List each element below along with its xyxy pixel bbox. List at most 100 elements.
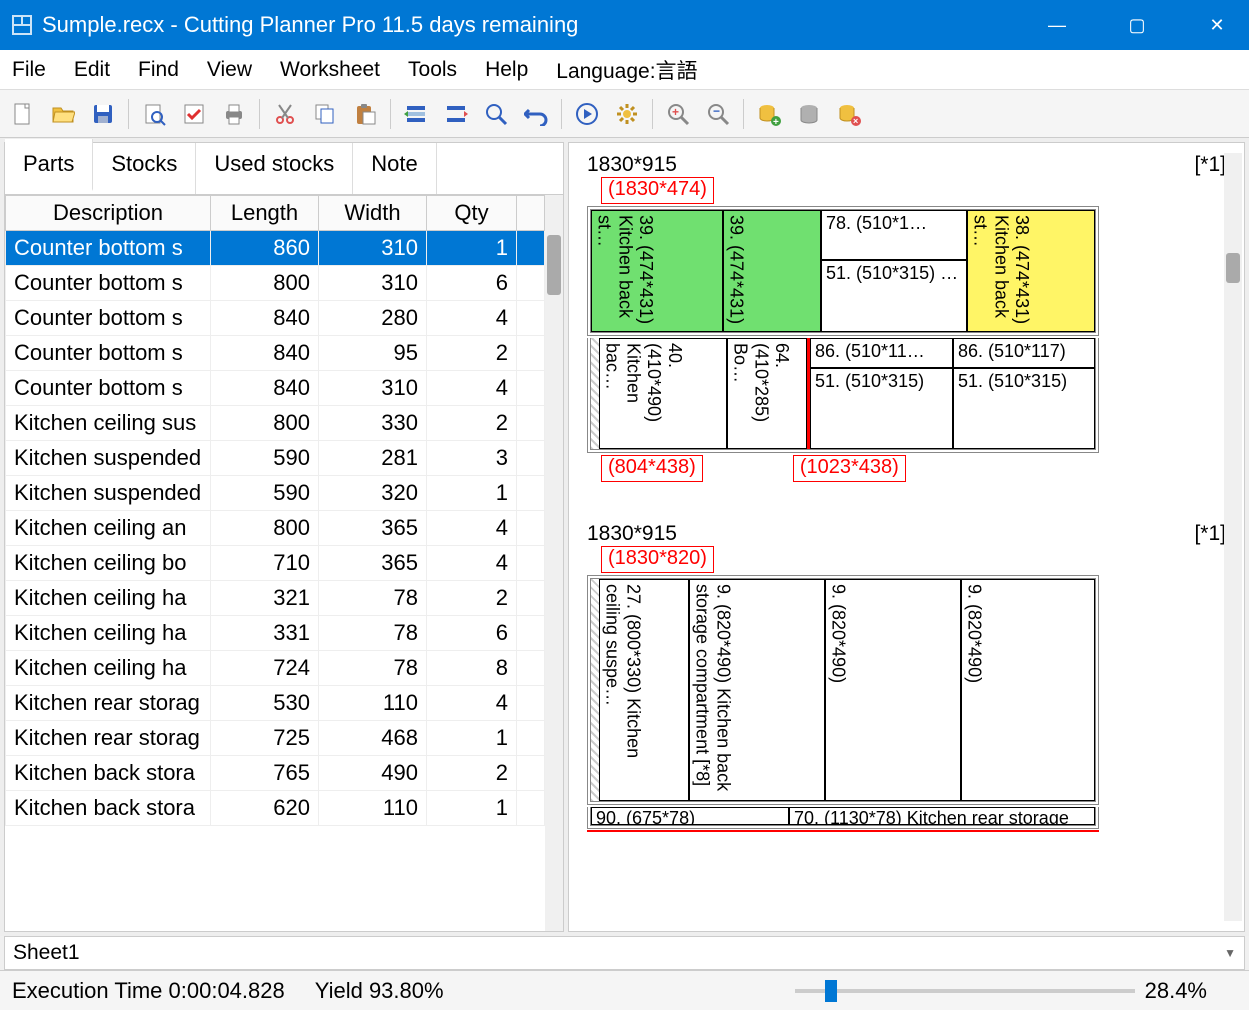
cell-70: 70. (1130*78) Kitchen rear storage door …: [790, 807, 1069, 825]
menu-help[interactable]: Help: [485, 58, 528, 82]
col-qty[interactable]: Qty: [427, 196, 517, 231]
table-row[interactable]: Kitchen back stora6201101: [6, 791, 545, 826]
table-row[interactable]: Kitchen suspended5903201: [6, 476, 545, 511]
col-blank: [517, 196, 545, 231]
cell-90: 90. (675*78) Washbasin d…: [592, 807, 717, 825]
zoom-out-icon[interactable]: −: [701, 97, 735, 131]
layout-vscrollbar[interactable]: [1224, 153, 1242, 921]
sheet2-region1: (1830*820): [601, 546, 714, 573]
delete-row-icon[interactable]: [439, 97, 473, 131]
copy-icon[interactable]: [308, 97, 342, 131]
tab-parts[interactable]: Parts: [5, 139, 93, 191]
app-icon: [12, 15, 32, 35]
find-icon[interactable]: [479, 97, 513, 131]
cell-27: 27. (800*330) Kitchen ceiling suspe…: [600, 580, 645, 800]
titlebar: Sumple.recx - Cutting Planner Pro 11.5 d…: [0, 0, 1249, 50]
sheet1-layout[interactable]: 39. (474*431) Kitchen back st… 39. (474*…: [587, 206, 1099, 336]
table-row[interactable]: Counter bottom s8403104: [6, 371, 545, 406]
table-row[interactable]: Counter bottom s8603101: [6, 231, 545, 266]
sheet1-layout-b[interactable]: 40. (410*490) Kitchen bac… 64. (410*285)…: [587, 338, 1099, 453]
cell-38: 38. (474*431) Kitchen back st…: [968, 211, 1034, 331]
close-button[interactable]: ✕: [1197, 15, 1237, 36]
sheet1-region3: (1023*438): [793, 455, 906, 482]
tab-stocks[interactable]: Stocks: [93, 143, 196, 194]
menu-worksheet[interactable]: Worksheet: [280, 58, 380, 82]
table-row[interactable]: Kitchen ceiling ha724788: [6, 651, 545, 686]
col-description[interactable]: Description: [6, 196, 211, 231]
left-tabs: Parts Stocks Used stocks Note: [5, 143, 563, 195]
cell-64: 64. (410*285) Bo…: [728, 339, 794, 448]
svg-text:×: ×: [853, 116, 858, 126]
table-row[interactable]: Kitchen ceiling an8003654: [6, 511, 545, 546]
cell-9c: 9. (820*490): [962, 580, 987, 800]
table-row[interactable]: Counter bottom s8402804: [6, 301, 545, 336]
db-remove-icon[interactable]: ×: [832, 97, 866, 131]
cell-9b: 9. (820*490): [826, 580, 851, 800]
grid-vscrollbar[interactable]: [545, 195, 563, 931]
undo-icon[interactable]: [519, 97, 553, 131]
table-row[interactable]: Kitchen ceiling sus8003302: [6, 406, 545, 441]
sheet1-region1: (1830*474): [601, 177, 714, 204]
print-icon[interactable]: [217, 97, 251, 131]
svg-text:+: +: [672, 105, 679, 119]
cell-39b: 39. (474*431): [724, 211, 749, 331]
cell-86a: 86. (510*11…: [811, 339, 952, 364]
menu-find[interactable]: Find: [138, 58, 179, 82]
db-add-icon[interactable]: +: [752, 97, 786, 131]
settings-icon[interactable]: [610, 97, 644, 131]
cell-9a: 9. (820*490) Kitchen back storage compar…: [690, 580, 735, 800]
cell-39a: 39. (474*431) Kitchen back st…: [592, 211, 658, 331]
menu-tools[interactable]: Tools: [408, 58, 457, 82]
cell-51c: 51. (510*315): [954, 369, 1094, 394]
table-row[interactable]: Kitchen suspended5902813: [6, 441, 545, 476]
cell-78: 78. (510*1…: [822, 211, 966, 236]
open-icon[interactable]: [46, 97, 80, 131]
db-icon[interactable]: [792, 97, 826, 131]
status-bar: Execution Time 0:00:04.828 Yield 93.80% …: [0, 970, 1249, 1010]
sheet-tab[interactable]: Sheet1: [13, 941, 80, 965]
cut-icon[interactable]: [268, 97, 302, 131]
zoom-slider[interactable]: [795, 989, 1135, 993]
col-length[interactable]: Length: [211, 196, 319, 231]
sheet1-title: 1830*915: [587, 153, 677, 177]
table-row[interactable]: Kitchen ceiling bo7103654: [6, 546, 545, 581]
insert-row-icon[interactable]: [399, 97, 433, 131]
tab-note[interactable]: Note: [353, 143, 436, 194]
table-row[interactable]: Counter bottom s840952: [6, 336, 545, 371]
sheet1-region2: (804*438): [601, 455, 703, 482]
table-row[interactable]: Kitchen ceiling ha331786: [6, 616, 545, 651]
sheet2-layout-b[interactable]: 90. (675*78) Washbasin d… 70. (1130*78) …: [587, 807, 1099, 829]
run-icon[interactable]: [570, 97, 604, 131]
table-row[interactable]: Kitchen rear storag7254681: [6, 721, 545, 756]
main-area: Parts Stocks Used stocks Note Descriptio…: [0, 138, 1249, 936]
sheet1-count: [*1]: [1194, 153, 1226, 177]
menu-language[interactable]: Language:言語: [556, 55, 697, 85]
zoom-in-icon[interactable]: +: [661, 97, 695, 131]
col-width[interactable]: Width: [319, 196, 427, 231]
minimize-button[interactable]: —: [1037, 15, 1077, 36]
table-row[interactable]: Counter bottom s8003106: [6, 266, 545, 301]
sheet-tab-bar: Sheet1 ▼: [4, 936, 1245, 970]
menu-file[interactable]: File: [12, 58, 46, 82]
table-row[interactable]: Kitchen back stora7654902: [6, 756, 545, 791]
paste-icon[interactable]: [348, 97, 382, 131]
cell-86b: 86. (510*117): [954, 339, 1094, 364]
menu-view[interactable]: View: [207, 58, 252, 82]
maximize-button[interactable]: ▢: [1117, 15, 1157, 36]
new-icon[interactable]: [6, 97, 40, 131]
table-row[interactable]: Kitchen rear storag5301104: [6, 686, 545, 721]
status-yield: Yield 93.80%: [315, 978, 444, 1004]
preview-icon[interactable]: [137, 97, 171, 131]
save-icon[interactable]: [86, 97, 120, 131]
check-icon[interactable]: [177, 97, 211, 131]
cell-51a: 51. (510*315) …: [822, 261, 966, 286]
layout-panel: 1830*915 [*1] (1830*474) 39. (474*431) K…: [568, 142, 1245, 932]
toolbar: + − + ×: [0, 90, 1249, 138]
svg-text:+: +: [773, 117, 779, 126]
sheet-dropdown-icon[interactable]: ▼: [1224, 946, 1236, 960]
sheet2-layout[interactable]: 27. (800*330) Kitchen ceiling suspe… 9. …: [587, 575, 1099, 805]
parts-grid[interactable]: Description Length Width Qty Counter bot…: [5, 195, 545, 931]
tab-used-stocks[interactable]: Used stocks: [196, 143, 353, 194]
table-row[interactable]: Kitchen ceiling ha321782: [6, 581, 545, 616]
menu-edit[interactable]: Edit: [74, 58, 110, 82]
